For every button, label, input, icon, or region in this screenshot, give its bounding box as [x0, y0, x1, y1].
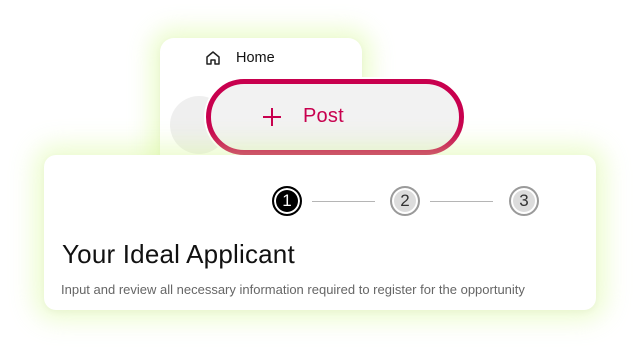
nav-item-home-label: Home	[236, 50, 275, 66]
step-3[interactable]: 3	[509, 186, 539, 216]
page-title: Your Ideal Applicant	[62, 239, 295, 269]
applicant-card: 1 2 3 Your Ideal Applicant Input and rev…	[44, 155, 596, 310]
step-connector	[312, 201, 375, 202]
nav-item-home[interactable]: Home	[204, 49, 275, 67]
plus-icon	[261, 106, 283, 128]
post-button-label: Post	[303, 105, 344, 127]
canvas: Home Post 1 2 3 Your Ideal Applicant Inp…	[0, 0, 640, 361]
stepper: 1 2 3	[272, 186, 572, 218]
step-1[interactable]: 1	[272, 186, 302, 216]
home-icon	[204, 49, 222, 67]
step-connector	[430, 201, 493, 202]
step-2[interactable]: 2	[390, 186, 420, 216]
post-button[interactable]: Post	[206, 79, 464, 155]
page-subtitle: Input and review all necessary informati…	[61, 282, 525, 297]
